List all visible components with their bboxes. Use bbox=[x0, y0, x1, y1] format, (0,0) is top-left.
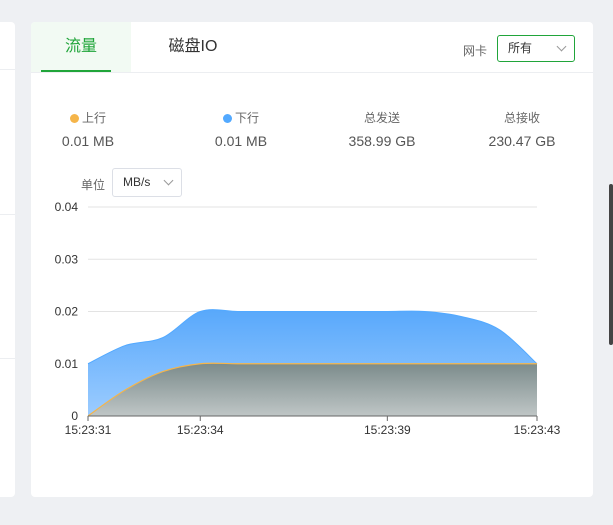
network-monitor-card: 流量 磁盘IO 网卡 所有 上行 0.01 MB 下行 0.01 MB 总发送 … bbox=[31, 22, 593, 497]
x-tick-label: 15:23:34 bbox=[177, 423, 224, 437]
page-scrollbar[interactable] bbox=[609, 184, 613, 345]
traffic-chart: 0 0.01 0.02 0.03 0.04 15:23:31 15:23:34 15:23:3… bbox=[55, 200, 561, 437]
y-tick-label: 0 bbox=[71, 409, 78, 423]
y-tick-label: 0.02 bbox=[55, 305, 79, 319]
left-panel-divider bbox=[0, 214, 15, 215]
y-tick-label: 0.03 bbox=[55, 252, 79, 266]
left-panel-divider bbox=[0, 358, 15, 359]
x-tick-label: 15:23:39 bbox=[364, 423, 411, 437]
x-tick-label: 15:23:43 bbox=[514, 423, 561, 437]
left-panel-card bbox=[0, 22, 15, 497]
y-tick-label: 0.04 bbox=[55, 200, 79, 214]
x-tick-label: 15:23:31 bbox=[65, 423, 112, 437]
y-tick-label: 0.01 bbox=[55, 357, 79, 371]
left-panel-divider bbox=[0, 69, 15, 70]
